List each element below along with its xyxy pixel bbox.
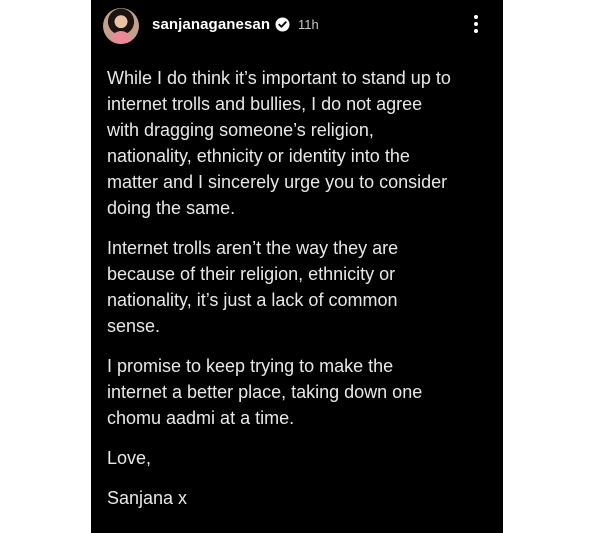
post-paragraph-2: Internet trolls aren’t the way they are … [107,238,399,336]
post-sign-off: Love, [107,448,152,468]
more-vertical-icon-dot-3 [474,29,478,33]
verified-badge-icon [275,17,290,32]
more-options-button[interactable] [467,13,485,35]
post-paragraph-1: While I do think it’s important to stand… [107,68,451,218]
post-text-content: While I do think it’s important to stand… [107,65,492,525]
username[interactable]: sanjanaganesan [152,16,270,33]
more-vertical-icon-dot-2 [474,22,478,26]
story-header: sanjanaganesan 11h [91,0,503,52]
post-paragraph-3: I promise to keep trying to make the int… [107,356,423,428]
profile-avatar[interactable] [103,8,139,44]
more-vertical-icon-dot-1 [474,15,478,19]
post-time: 11h [298,17,319,32]
post-signature: Sanjana x [107,488,188,508]
instagram-story-post: sanjanaganesan 11h While I do think it’s… [91,0,503,533]
